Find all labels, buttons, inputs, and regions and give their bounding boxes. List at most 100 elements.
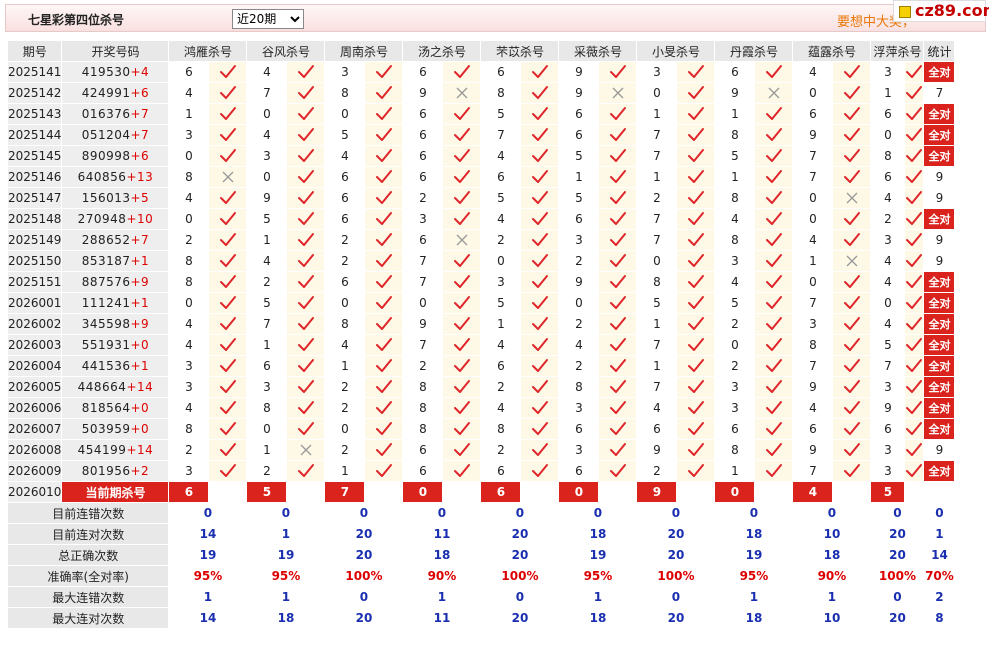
check-icon [444,64,480,80]
site-logo[interactable]: cz89.com [893,0,989,22]
cross-icon [288,443,324,457]
kill-number-cell: 5 [246,292,288,314]
draw-digits: 801956 [81,464,131,478]
result-cell [442,82,482,104]
kill-number-cell: 7 [246,313,288,335]
current-kill-blank [598,481,638,503]
result-cell [676,271,716,293]
result-cell [904,397,925,419]
kill-number-cell: 7 [792,145,834,167]
result-cell [208,376,248,398]
check-icon [906,337,923,353]
all-correct-badge: 全对 [924,293,954,313]
result-cell [520,166,560,188]
result-cell [208,313,248,335]
draw-number-cell: 016376+7 [61,103,170,125]
kill-number-cell: 0 [870,292,906,314]
kill-number-cell: 6 [402,166,444,188]
stat-cell: 全对 [923,124,956,146]
stat-cell: 全对 [923,397,956,419]
kill-number-cell: 2 [870,208,906,230]
summary-value: 1 [246,523,326,545]
table-row: 2025146 640856+13 8 0 6 6 6 1 1 1 7 6 9 [6,166,956,188]
kill-number-cell: 2 [402,355,444,377]
kill-number-cell: 8 [168,271,210,293]
col-header-expert: 丹霞杀号 [714,40,794,62]
result-cell [676,313,716,335]
stat-cell: 9 [923,439,956,461]
result-cell [832,166,872,188]
period-cell: 2025150 [6,250,63,272]
check-icon [678,253,714,269]
summary-value: 1 [558,586,638,608]
result-cell [676,334,716,356]
result-cell [520,124,560,146]
kill-number-cell: 5 [558,187,600,209]
result-cell [286,166,326,188]
kill-number-cell: 1 [558,166,600,188]
check-icon [444,463,480,479]
period-cell: 2025141 [6,61,63,83]
kill-number-cell: 0 [792,187,834,209]
kill-number-cell: 1 [480,313,522,335]
result-cell [364,292,404,314]
check-icon [756,211,792,227]
stat-cell: 全对 [923,460,956,482]
kill-number-cell: 3 [168,460,210,482]
result-cell [520,334,560,356]
result-cell [286,439,326,461]
result-cell [904,355,925,377]
check-icon [522,316,558,332]
check-icon [444,295,480,311]
kill-number-cell: 1 [636,166,678,188]
history-rows: 2025141 419530+4 6 4 3 6 6 9 3 6 4 3 全对 2025142 424991… [6,61,956,482]
period-cell: 2026008 [6,439,63,461]
check-icon [906,358,923,374]
summary-value: 0 [714,502,794,524]
result-cell [598,61,638,83]
kill-number-cell: 0 [636,82,678,104]
kill-number-cell: 0 [324,103,366,125]
check-icon [678,232,714,248]
current-kill-number: 0 [558,481,600,503]
kill-number-cell: 4 [792,397,834,419]
kill-number-cell: 3 [714,397,756,419]
period-range-select[interactable]: 近20期 [232,9,304,29]
result-cell [832,439,872,461]
current-kill-blank [520,481,560,503]
check-icon [600,232,636,248]
logo-square-icon [899,6,911,18]
result-cell [208,355,248,377]
kill-number-cell: 1 [636,103,678,125]
check-icon [756,127,792,143]
check-icon [522,442,558,458]
check-icon [756,64,792,80]
kill-number-cell: 3 [792,313,834,335]
kill-number-cell: 3 [246,145,288,167]
summary-value: 100% [636,565,716,587]
check-icon [288,127,324,143]
check-icon [906,211,923,227]
check-icon [210,337,246,353]
result-cell [904,61,925,83]
result-cell [832,334,872,356]
col-header-stat: 统计 [923,40,956,62]
period-cell: 2025146 [6,166,63,188]
draw-digits: 448664 [77,380,127,394]
check-icon [288,253,324,269]
kill-number-cell: 1 [714,460,756,482]
cross-icon [834,254,870,268]
result-cell [676,61,716,83]
result-cell [364,418,404,440]
result-cell [598,418,638,440]
kill-number-cell: 4 [870,313,906,335]
result-cell [598,271,638,293]
check-icon [366,148,402,164]
period-cell: 2026009 [6,460,63,482]
summary-value: 19 [168,544,248,566]
result-cell [520,61,560,83]
summary-label: 目前连对次数 [6,523,170,545]
period-cell: 2025142 [6,82,63,104]
kill-number-cell: 4 [558,334,600,356]
result-cell [832,208,872,230]
